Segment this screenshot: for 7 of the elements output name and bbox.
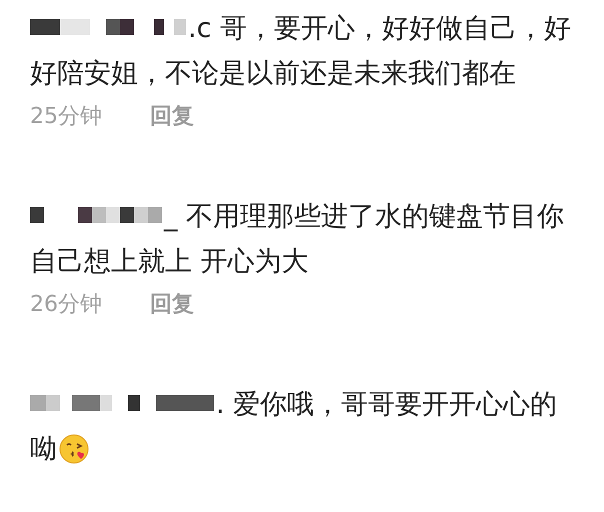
comment-text: . 爱你哦，哥哥要开开心心的呦 bbox=[30, 389, 558, 465]
comment-text: .c 哥，要开心，好好做自己，好好陪安姐，不论是以前还是未来我们都在 bbox=[30, 13, 572, 89]
reply-button[interactable]: 回复 bbox=[150, 290, 194, 320]
comment-time: 26分钟 bbox=[30, 291, 102, 319]
reply-button[interactable]: 回复 bbox=[150, 102, 194, 132]
comment-time: 25分钟 bbox=[30, 103, 102, 131]
comment-text: _ 不用理那些进了水的键盘节目你自己想上就上 开心为大 bbox=[30, 201, 564, 277]
